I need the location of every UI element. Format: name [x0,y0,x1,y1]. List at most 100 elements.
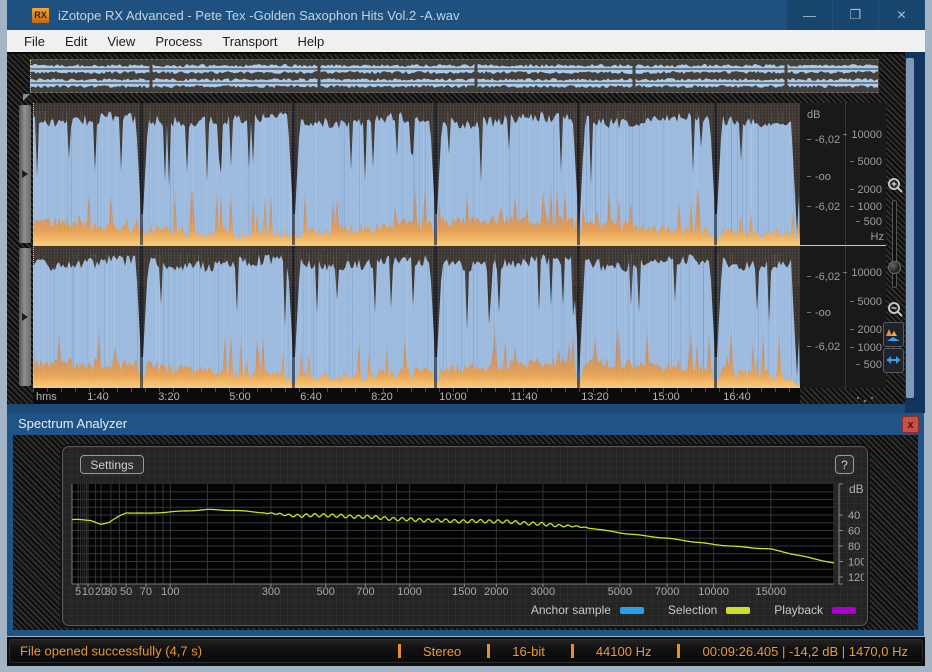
status-bar-inner: File opened successfully (4,7 s) Stereo … [9,639,923,663]
menu-edit[interactable]: Edit [55,34,97,49]
db-label: -6,02 [807,201,840,213]
status-separator [397,644,401,658]
hz-label: 500 [856,359,882,371]
hz-scale-header: Hz [870,231,884,243]
svg-text:10: 10 [82,586,94,598]
hz-label: 5000 [850,156,882,168]
time-tick: 3:20 [158,391,180,403]
time-ruler[interactable]: hms 1:40 3:20 5:00 6:40 8:20 10:00 11:40… [7,388,905,404]
svg-text:40: 40 [848,510,860,522]
resize-grip [864,400,866,402]
svg-text:1000: 1000 [397,586,421,598]
app-icon: RX [31,6,50,24]
horizontal-arrows-icon [887,356,900,364]
svg-text:3000: 3000 [531,586,555,598]
time-tick: 8:20 [371,391,393,403]
cursor-readout: 00:09:26.405 | -14,2 dB | 1470,0 Hz [702,643,908,659]
hz-label: 2000 [850,324,882,336]
zoom-slider-track[interactable] [892,200,897,288]
zoom-slider-knob[interactable] [888,261,901,274]
vertical-scrollbar[interactable] [906,58,914,398]
legend-label: Selection [667,603,718,617]
svg-text:1500: 1500 [452,586,476,598]
settings-button[interactable]: Settings [80,455,144,474]
menu-transport[interactable]: Transport [212,34,287,49]
spectrum-analyzer-close-button[interactable]: x [902,416,919,433]
svg-text:500: 500 [317,586,335,598]
channel-tab-left[interactable] [19,105,31,243]
hz-label: 500 [856,216,882,228]
overview-resize-grip[interactable] [23,94,30,101]
svg-text:50: 50 [120,586,132,598]
hz-label: 5000 [850,296,882,308]
status-separator [570,644,574,658]
time-tick: 1:40 [87,391,109,403]
db-label: -6,02 [807,341,840,353]
hz-label: 2000 [850,184,882,196]
sample-rate: 44100 Hz [595,643,652,659]
svg-text:15000: 15000 [756,586,787,598]
close-button[interactable]: ✕ [879,0,924,30]
fit-selection-button[interactable] [883,348,904,373]
menu-help[interactable]: Help [287,34,334,49]
vertical-scroll-area [905,52,925,413]
menu-view[interactable]: View [97,34,145,49]
hz-label: 1000 [850,201,882,213]
svg-text:80: 80 [848,541,860,553]
minimize-button[interactable]: — [787,0,832,30]
overview-selection-edge [30,60,31,92]
spectrogram-channel-1[interactable] [33,103,800,245]
menu-bar: File Edit View Process Transport Help [7,30,925,52]
svg-text:5: 5 [75,586,81,598]
time-tick: 15:00 [652,391,680,403]
horizontal-scrollbar[interactable] [7,404,905,413]
svg-text:dB: dB [849,482,864,496]
time-tick: 10:00 [439,391,467,403]
time-ruler-scale [33,388,800,404]
selection-swatch [726,606,751,614]
status-bar: File opened successfully (4,7 s) Stereo … [7,637,925,666]
menu-file[interactable]: File [14,34,55,49]
svg-text:30: 30 [105,586,117,598]
db-scale-header: dB [807,109,821,121]
svg-text:100: 100 [161,586,179,598]
hz-label: 10000 [843,129,882,141]
time-tick: 16:40 [723,391,751,403]
resize-grip [857,397,859,399]
svg-text:2000: 2000 [484,586,508,598]
svg-text:7000: 7000 [655,586,679,598]
bit-depth: 16-bit [512,643,545,659]
window-frame-bottom [7,666,925,672]
menu-process[interactable]: Process [145,34,212,49]
overview-waveform[interactable] [30,59,879,93]
time-tick: 13:20 [581,391,609,403]
channel-mode: Stereo [422,643,462,659]
svg-text:120: 120 [848,572,864,584]
app-window: RX iZotope RX Advanced - Pete Tex -Golde… [0,0,932,672]
db-label: -6,02 [807,134,840,146]
time-tick: 5:00 [229,391,251,403]
maximize-button[interactable]: ❒ [833,0,878,30]
svg-text:10000: 10000 [698,586,729,598]
window-title: iZotope RX Advanced - Pete Tex -Golden S… [58,7,460,23]
title-bar[interactable]: RX iZotope RX Advanced - Pete Tex -Golde… [7,0,925,30]
svg-text:5000: 5000 [608,586,632,598]
svg-text:700: 700 [356,586,374,598]
status-separator [487,644,491,658]
spectrogram-waveform-toggle-button[interactable] [883,322,904,347]
db-label: -oo [807,307,831,319]
legend-selection: Selection [667,603,751,617]
hz-label: 10000 [843,267,882,279]
spectrum-analyzer-title: Spectrum Analyzer [18,416,128,431]
channel-tab-right[interactable] [19,248,31,386]
channel-arrow-icon [22,170,28,178]
zoom-in-icon[interactable] [887,177,904,194]
help-button[interactable]: ? [835,455,854,474]
legend-label: Anchor sample [530,603,611,617]
svg-text:70: 70 [140,586,152,598]
legend-label: Playback [774,603,823,617]
zoom-out-icon[interactable] [887,301,904,318]
spectrogram-channel-2[interactable] [33,246,800,388]
window-frame-right [925,0,932,672]
status-separator [677,644,681,658]
